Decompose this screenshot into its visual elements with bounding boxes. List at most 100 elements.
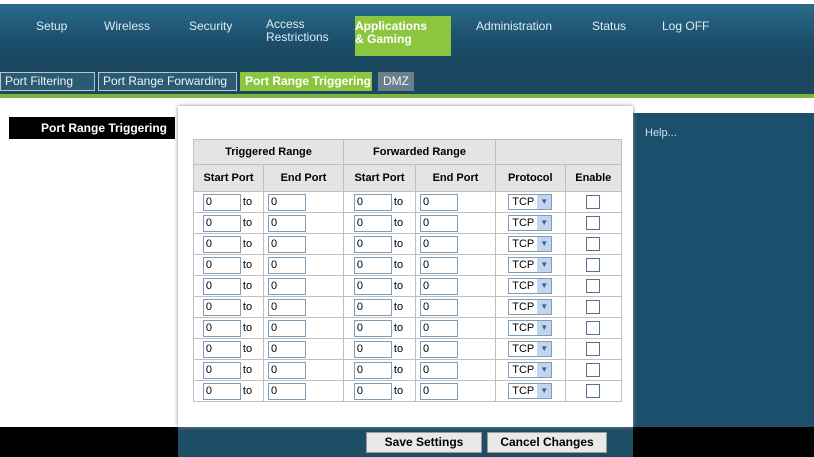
enable-checkbox[interactable] — [586, 258, 601, 272]
forwarded-end-port-input[interactable]: 0 — [420, 277, 458, 295]
chevron-down-icon: ▼ — [537, 216, 552, 230]
table-row: 0 to 0 0 to 0 TCP ▼ — [193, 338, 623, 360]
header-triggered-range: Triggered Range — [193, 139, 344, 165]
chevron-down-icon: ▼ — [537, 237, 552, 251]
triggered-end-port-input[interactable]: 0 — [268, 235, 306, 253]
triggered-end-port-input[interactable]: 0 — [268, 319, 306, 337]
enable-checkbox[interactable] — [586, 321, 601, 335]
forwarded-start-port-input[interactable]: 0 — [353, 214, 392, 232]
triggered-start-port-input[interactable]: 0 — [202, 214, 241, 232]
nav-logoff[interactable]: Log OFF — [662, 20, 709, 33]
nav-setup[interactable]: Setup — [36, 20, 67, 33]
tab-port-filtering[interactable]: Port Filtering — [0, 72, 95, 91]
forwarded-start-port-input[interactable]: 0 — [353, 298, 392, 316]
save-settings-button[interactable]: Save Settings — [366, 432, 482, 453]
enable-checkbox[interactable] — [586, 195, 601, 209]
triggered-start-port-input[interactable]: 0 — [202, 256, 241, 274]
enable-checkbox[interactable] — [586, 216, 601, 230]
triggered-start-port-input[interactable]: 0 — [202, 277, 241, 295]
table-row: 0 to 0 0 to 0 TCP ▼ — [193, 380, 623, 402]
help-link[interactable]: Help... — [645, 127, 677, 139]
triggered-start-port-input[interactable]: 0 — [202, 340, 241, 358]
tab-port-range-triggering[interactable]: Port Range Triggering — [240, 72, 372, 91]
nav-wireless[interactable]: Wireless — [104, 20, 150, 33]
protocol-select[interactable]: TCP ▼ — [508, 278, 553, 294]
nav-security[interactable]: Security — [189, 20, 232, 33]
nav-administration[interactable]: Administration — [476, 20, 552, 33]
triggered-start-port-input[interactable]: 0 — [202, 193, 241, 211]
port-triggering-table: Triggered Range Forwarded Range Start Po… — [193, 139, 623, 402]
triggered-end-port-input[interactable]: 0 — [268, 298, 306, 316]
col-triggered-start: Start Port — [193, 164, 264, 192]
protocol-value: TCP — [512, 343, 535, 355]
enable-checkbox[interactable] — [586, 342, 601, 356]
triggered-end-port-input[interactable]: 0 — [268, 214, 306, 232]
triggered-start-port-input[interactable]: 0 — [202, 298, 241, 316]
forwarded-end-port-input[interactable]: 0 — [420, 235, 458, 253]
nav-status[interactable]: Status — [592, 20, 626, 33]
forwarded-start-port-input[interactable]: 0 — [353, 340, 392, 358]
protocol-select[interactable]: TCP ▼ — [508, 362, 553, 378]
forwarded-start-port-input[interactable]: 0 — [353, 382, 392, 400]
nav-apps-line2: & Gaming — [355, 32, 412, 46]
protocol-select[interactable]: TCP ▼ — [508, 236, 553, 252]
triggered-end-port-input[interactable]: 0 — [268, 193, 306, 211]
forwarded-end-port-input[interactable]: 0 — [420, 319, 458, 337]
chevron-down-icon: ▼ — [537, 321, 552, 335]
forwarded-end-port-input[interactable]: 0 — [420, 214, 458, 232]
forwarded-end-port-input[interactable]: 0 — [420, 340, 458, 358]
nav-applications-gaming[interactable]: Applications & Gaming — [355, 16, 451, 56]
triggered-start-port-input[interactable]: 0 — [202, 382, 241, 400]
to-label: to — [393, 196, 404, 208]
forwarded-start-port-input[interactable]: 0 — [353, 193, 392, 211]
forwarded-end-port-input[interactable]: 0 — [420, 382, 458, 400]
to-label: to — [393, 259, 404, 271]
enable-checkbox[interactable] — [586, 363, 601, 377]
protocol-select[interactable]: TCP ▼ — [508, 194, 553, 210]
protocol-value: TCP — [512, 322, 535, 334]
triggered-start-port-input[interactable]: 0 — [202, 319, 241, 337]
forwarded-start-port-input[interactable]: 0 — [353, 277, 392, 295]
triggered-end-port-input[interactable]: 0 — [268, 340, 306, 358]
help-panel: Help... — [633, 112, 814, 428]
chevron-down-icon: ▼ — [537, 258, 552, 272]
protocol-select[interactable]: TCP ▼ — [508, 215, 553, 231]
to-label: to — [242, 322, 253, 334]
header-blank — [495, 139, 622, 165]
forwarded-start-port-input[interactable]: 0 — [353, 361, 392, 379]
triggered-end-port-input[interactable]: 0 — [268, 256, 306, 274]
forwarded-end-port-input[interactable]: 0 — [420, 298, 458, 316]
protocol-select[interactable]: TCP ▼ — [508, 383, 553, 399]
to-label: to — [393, 301, 404, 313]
tab-dmz[interactable]: DMZ — [378, 72, 414, 91]
to-label: to — [242, 238, 253, 250]
protocol-select[interactable]: TCP ▼ — [508, 320, 553, 336]
enable-checkbox[interactable] — [586, 237, 601, 251]
triggered-start-port-input[interactable]: 0 — [202, 361, 241, 379]
enable-checkbox[interactable] — [586, 300, 601, 314]
triggered-end-port-input[interactable]: 0 — [268, 277, 306, 295]
table-row: 0 to 0 0 to 0 TCP ▼ — [193, 296, 623, 318]
forwarded-start-port-input[interactable]: 0 — [353, 235, 392, 253]
enable-checkbox[interactable] — [586, 279, 601, 293]
forwarded-start-port-input[interactable]: 0 — [353, 256, 392, 274]
forwarded-end-port-input[interactable]: 0 — [420, 256, 458, 274]
to-label: to — [393, 217, 404, 229]
triggered-start-port-input[interactable]: 0 — [202, 235, 241, 253]
enable-checkbox[interactable] — [586, 384, 601, 398]
triggered-end-port-input[interactable]: 0 — [268, 361, 306, 379]
chevron-down-icon: ▼ — [537, 300, 552, 314]
nav-access-restrictions[interactable]: Access Restrictions — [266, 18, 329, 44]
tab-port-range-forwarding[interactable]: Port Range Forwarding — [98, 72, 237, 91]
protocol-select[interactable]: TCP ▼ — [508, 299, 553, 315]
triggered-end-port-input[interactable]: 0 — [268, 382, 306, 400]
protocol-select[interactable]: TCP ▼ — [508, 257, 553, 273]
protocol-select[interactable]: TCP ▼ — [508, 341, 553, 357]
forwarded-end-port-input[interactable]: 0 — [420, 193, 458, 211]
cancel-changes-button[interactable]: Cancel Changes — [487, 432, 607, 453]
chevron-down-icon: ▼ — [537, 342, 552, 356]
col-enable: Enable — [564, 164, 623, 192]
to-label: to — [242, 280, 253, 292]
forwarded-start-port-input[interactable]: 0 — [353, 319, 392, 337]
forwarded-end-port-input[interactable]: 0 — [420, 361, 458, 379]
